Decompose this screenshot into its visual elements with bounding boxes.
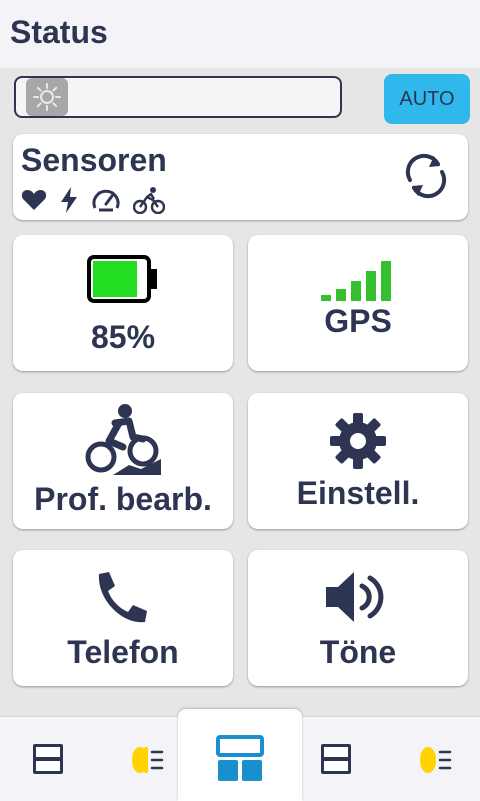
signal-bars-icon — [321, 261, 391, 301]
cyclist-icon — [133, 187, 165, 214]
header: Status — [0, 0, 480, 68]
phone-label: Telefon — [67, 634, 179, 670]
headlight-icon — [132, 747, 164, 773]
widgets-icon — [216, 735, 264, 781]
gps-tile[interactable]: GPS — [248, 235, 468, 371]
data-fields-icon — [33, 744, 63, 774]
bolt-icon — [61, 187, 77, 213]
brightness-slider[interactable] — [14, 76, 342, 118]
heart-icon — [21, 189, 47, 210]
bottom-navigation — [0, 709, 480, 801]
nav-light-1[interactable] — [124, 745, 164, 780]
refresh-icon[interactable] — [400, 150, 452, 202]
sensors-label: Sensoren — [21, 142, 167, 178]
nav-data-page-1[interactable] — [32, 743, 64, 780]
mountain-bike-icon — [85, 404, 161, 475]
profile-label: Prof. bearb. — [34, 481, 212, 517]
data-fields-icon — [321, 744, 351, 774]
headlight-icon — [420, 747, 452, 773]
phone-tile[interactable]: Telefon — [13, 550, 233, 686]
nav-data-page-2[interactable] — [320, 743, 352, 780]
phone-icon — [98, 572, 147, 623]
battery-icon — [87, 255, 157, 303]
nav-widgets[interactable] — [216, 735, 264, 788]
sun-icon — [33, 83, 61, 111]
gear-icon — [330, 413, 386, 469]
brightness-slider-handle[interactable] — [26, 78, 68, 116]
gps-label: GPS — [324, 303, 392, 339]
battery-tile[interactable]: 85% — [13, 235, 233, 371]
settings-label: Einstell. — [296, 475, 420, 511]
page-title: Status — [10, 14, 108, 50]
profile-tile[interactable]: Prof. bearb. — [13, 393, 233, 529]
nav-light-2[interactable] — [412, 745, 452, 780]
sounds-label: Töne — [319, 634, 397, 670]
auto-brightness-button[interactable]: AUTO — [384, 74, 470, 124]
battery-label: 85% — [90, 319, 156, 355]
speedometer-icon — [92, 189, 120, 212]
battery-fill — [93, 261, 137, 297]
sensors-card[interactable]: Sensoren — [13, 134, 468, 220]
speaker-icon — [326, 572, 384, 622]
sensor-icons — [21, 186, 165, 214]
settings-tile[interactable]: Einstell. — [248, 393, 468, 529]
sounds-tile[interactable]: Töne — [248, 550, 468, 686]
